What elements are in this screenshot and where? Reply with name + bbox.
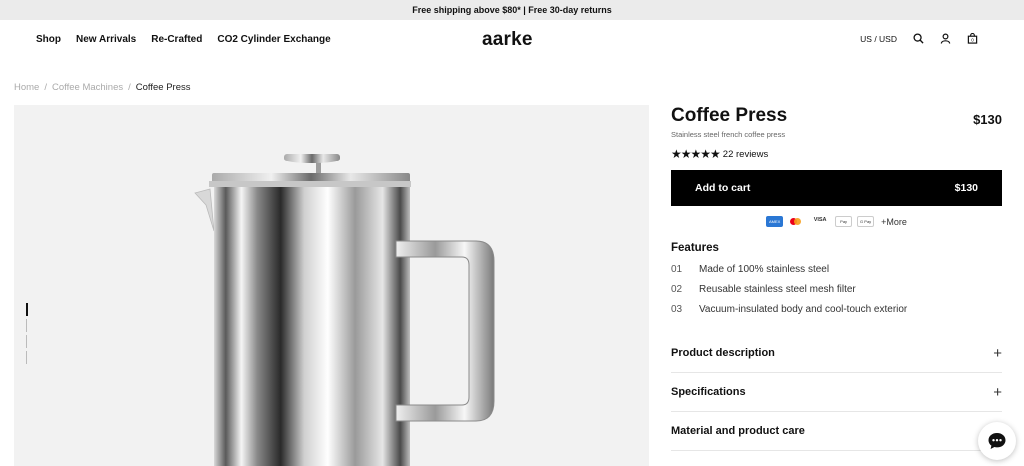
nav-co2-exchange[interactable]: CO2 Cylinder Exchange <box>217 34 330 45</box>
svg-text:0: 0 <box>971 38 974 43</box>
plus-icon[interactable]: + <box>993 384 1002 401</box>
accordion-label: Product description <box>671 347 775 359</box>
nav-shop[interactable]: Shop <box>36 34 61 45</box>
account-icon[interactable] <box>940 33 951 44</box>
feature-text: Made of 100% stainless steel <box>699 264 830 275</box>
feature-item: 01 Made of 100% stainless steel <box>671 264 1002 284</box>
cart-icon[interactable]: 0 <box>967 33 978 44</box>
features-list: 01 Made of 100% stainless steel 02 Reusa… <box>671 264 1002 324</box>
search-icon[interactable] <box>913 33 924 44</box>
announcement-bar: Free shipping above $80* | Free 30-day r… <box>0 0 1024 20</box>
feature-item: 03 Vacuum-insulated body and cool-touch … <box>671 304 1002 324</box>
breadcrumb-separator: / <box>128 82 131 93</box>
breadcrumb-separator: / <box>44 82 47 93</box>
breadcrumb-home[interactable]: Home <box>14 82 39 93</box>
google-pay-icon: G Pay <box>857 216 875 227</box>
payment-methods: AMEX VISA Pay G Pay +More <box>671 216 1002 227</box>
nav-new-arrivals[interactable]: New Arrivals <box>76 34 136 45</box>
star-rating-icon: ★★★★★ <box>671 147 721 161</box>
accordion-label: Specifications <box>671 386 746 398</box>
feature-number: 03 <box>671 304 683 315</box>
accordion-material-care[interactable]: Material and product care <box>671 412 1002 451</box>
feature-number: 02 <box>671 284 683 295</box>
product-gallery[interactable] <box>14 105 649 466</box>
accordion-product-description[interactable]: Product description + <box>671 334 1002 373</box>
plus-icon[interactable]: + <box>993 345 1002 362</box>
breadcrumb: Home / Coffee Machines / Coffee Press <box>14 82 191 93</box>
locale-selector[interactable]: US / USD <box>860 34 897 44</box>
apple-pay-icon: Pay <box>835 216 853 227</box>
main-nav: Shop New Arrivals Re-Crafted CO2 Cylinde… <box>0 20 1024 62</box>
add-to-cart-price: $130 <box>954 182 978 194</box>
product-info: Coffee Press $130 Stainless steel french… <box>671 105 1002 451</box>
add-to-cart-button[interactable]: Add to cart $130 <box>671 170 1002 206</box>
mastercard-icon <box>788 216 806 227</box>
feature-text: Vacuum-insulated body and cool-touch ext… <box>699 304 908 315</box>
product-title: Coffee Press <box>671 105 788 126</box>
visa-icon: VISA <box>810 216 831 227</box>
accordion-specifications[interactable]: Specifications + <box>671 373 1002 412</box>
chat-button[interactable] <box>978 422 1016 460</box>
nav-re-crafted[interactable]: Re-Crafted <box>151 34 202 45</box>
product-rating[interactable]: ★★★★★ 22 reviews <box>671 147 1002 161</box>
nav-utilities: US / USD 0 <box>860 33 978 44</box>
product-price: $130 <box>973 112 1002 127</box>
review-count[interactable]: 22 reviews <box>723 149 768 160</box>
accordion-list: Product description + Specifications + M… <box>671 334 1002 451</box>
accordion-label: Material and product care <box>671 425 805 437</box>
features-heading: Features <box>671 242 719 254</box>
product-subtitle: Stainless steel french coffee press <box>671 130 786 139</box>
logo[interactable]: aarke <box>482 29 533 51</box>
more-payments-link[interactable]: +More <box>881 217 907 227</box>
nav-links: Shop New Arrivals Re-Crafted CO2 Cylinde… <box>36 34 331 45</box>
feature-item: 02 Reusable stainless steel mesh filter <box>671 284 1002 304</box>
add-to-cart-label: Add to cart <box>695 182 751 194</box>
feature-number: 01 <box>671 264 683 275</box>
coffee-press-image <box>194 154 495 466</box>
breadcrumb-coffee-machines[interactable]: Coffee Machines <box>52 82 123 93</box>
amex-icon: AMEX <box>766 216 784 227</box>
chat-icon <box>988 433 1006 449</box>
breadcrumb-current: Coffee Press <box>135 82 191 93</box>
feature-text: Reusable stainless steel mesh filter <box>699 284 856 295</box>
